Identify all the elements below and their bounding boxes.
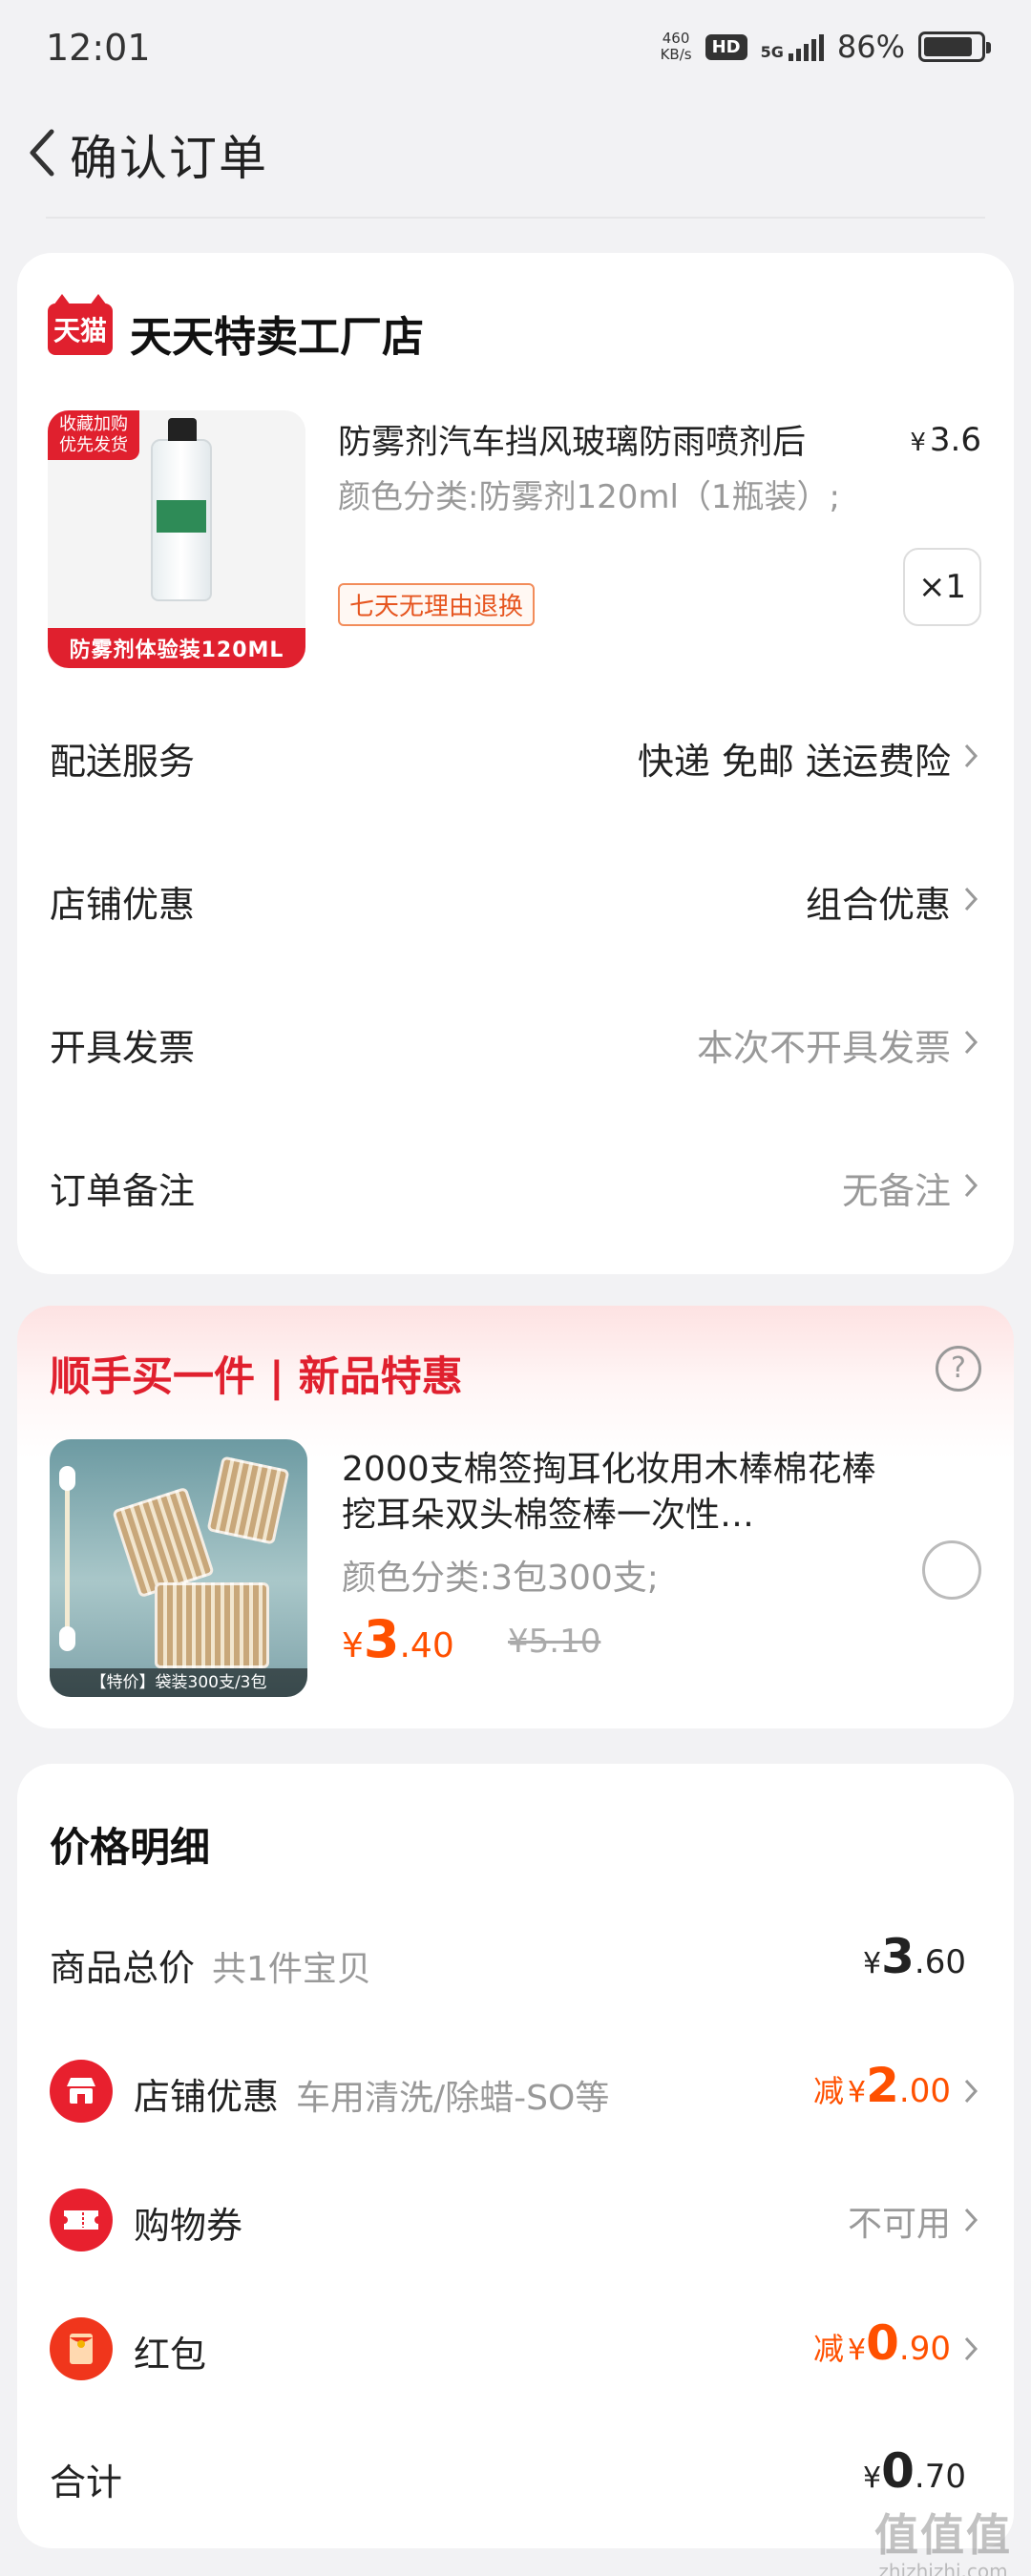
- tmall-logo-icon: 天猫: [48, 294, 113, 355]
- shop-discount-detail-row[interactable]: 店铺优惠 车用清洗/除蜡-SO等 减 ¥2.00: [17, 2048, 1014, 2134]
- coupon-status: 不可用: [847, 2205, 951, 2244]
- addon-product-title[interactable]: 2000支棉签掏耳化妆用木棒棉花棒挖耳朵双头棉签棒一次性…: [342, 1447, 905, 1539]
- red-packet-row[interactable]: 红包 减 ¥0.90: [17, 2306, 1014, 2392]
- spray-bottle-illustration: [151, 418, 212, 601]
- battery-percent: 86%: [836, 29, 905, 65]
- signal-icon: 5G: [761, 32, 824, 61]
- chevron-right-icon: [964, 743, 978, 768]
- chevron-right-icon: [964, 2336, 978, 2361]
- goods-total-amount: ¥3.60: [863, 1929, 966, 1984]
- quantity-stepper[interactable]: ×1: [903, 548, 981, 626]
- hd-icon: HD: [705, 33, 747, 60]
- page-title: 确认订单: [70, 131, 268, 186]
- price-detail-title: 价格明细: [50, 1824, 211, 1871]
- status-bar: 12:01 460 KB/s HD 5G 86%: [0, 0, 1031, 99]
- shop-discount-row[interactable]: 店铺优惠 组合优惠: [17, 854, 1014, 940]
- addon-recommendation-card: 顺手买一件 | 新品特惠 ? 【特价】袋装300支/3包 2000支棉签掏耳化妆…: [17, 1306, 1014, 1728]
- chevron-right-icon: [964, 1030, 978, 1055]
- cotton-swab-illustration: [59, 1466, 75, 1651]
- battery-icon: [918, 31, 991, 62]
- status-time: 12:01: [46, 27, 151, 69]
- addon-title: 顺手买一件 | 新品特惠: [50, 1353, 463, 1401]
- addon-original-price: ¥5.10: [508, 1623, 601, 1661]
- chevron-right-icon: [964, 887, 978, 911]
- header-divider: [46, 217, 985, 219]
- product-image-tag: 收藏加购 优先发货: [48, 410, 139, 460]
- order-sum-row: 合计 ¥0.70: [50, 2443, 966, 2503]
- product-price: ¥3.6: [910, 421, 981, 459]
- product-image-banner: 防雾剂体验装120ML: [48, 628, 305, 668]
- status-icons: 460 KB/s HD 5G 86%: [660, 29, 991, 65]
- price-detail-card: 价格明细 商品总价 共1件宝贝 ¥3.60 店铺优惠 车用清洗/除蜡-SO等 减 ¥2…: [17, 1764, 1014, 2548]
- red-packet-icon: [50, 2317, 113, 2380]
- return-policy-badge: 七天无理由退换: [338, 583, 536, 626]
- product-image[interactable]: 收藏加购 优先发货 防雾剂体验装120ML: [48, 410, 305, 668]
- product-spec[interactable]: 颜色分类:防雾剂120ml（1瓶装）;: [338, 472, 853, 522]
- network-speed: 460 KB/s: [660, 30, 692, 63]
- invoice-row[interactable]: 开具发票 本次不开具发票: [17, 997, 1014, 1083]
- addon-product-spec: 颜色分类:3包300支;: [342, 1559, 659, 1598]
- addon-product-image[interactable]: 【特价】袋装300支/3包: [50, 1439, 307, 1697]
- order-sum-amount: ¥0.70: [863, 2443, 966, 2499]
- watermark: 值值值 zhizhizhi.com: [874, 2509, 1012, 2576]
- goods-total-row: 商品总价 共1件宝贝 ¥3.60: [50, 1929, 966, 1989]
- addon-price: ¥3.40: [342, 1609, 454, 1669]
- shop-discount-amount: 减 ¥2.00: [813, 2058, 951, 2113]
- product-title[interactable]: 防雾剂汽车挡风玻璃防雨喷剂后: [338, 415, 873, 464]
- coupon-row[interactable]: 购物券 不可用: [17, 2177, 1014, 2263]
- shop-order-card: 天猫 天天特卖工厂店 收藏加购 优先发货 防雾剂体验装120ML 防雾剂汽车挡风…: [17, 253, 1014, 1274]
- chevron-right-icon: [964, 2079, 978, 2104]
- order-note-row[interactable]: 订单备注 无备注: [17, 1141, 1014, 1226]
- shop-name[interactable]: 天天特卖工厂店: [130, 303, 424, 364]
- chevron-right-icon: [964, 1173, 978, 1198]
- addon-select-radio[interactable]: [922, 1540, 981, 1600]
- page-header: 确认订单: [0, 99, 1031, 219]
- red-packet-amount: 减 ¥0.90: [813, 2315, 951, 2371]
- delivery-service-row[interactable]: 配送服务 快递 免邮 送运费险: [17, 711, 1014, 797]
- shop-icon: [50, 2060, 113, 2123]
- help-icon[interactable]: ?: [936, 1346, 981, 1392]
- ticket-icon: [50, 2189, 113, 2251]
- chevron-right-icon: [964, 2208, 978, 2232]
- back-arrow-icon[interactable]: [15, 122, 73, 179]
- addon-image-caption: 【特价】袋装300支/3包: [50, 1668, 307, 1697]
